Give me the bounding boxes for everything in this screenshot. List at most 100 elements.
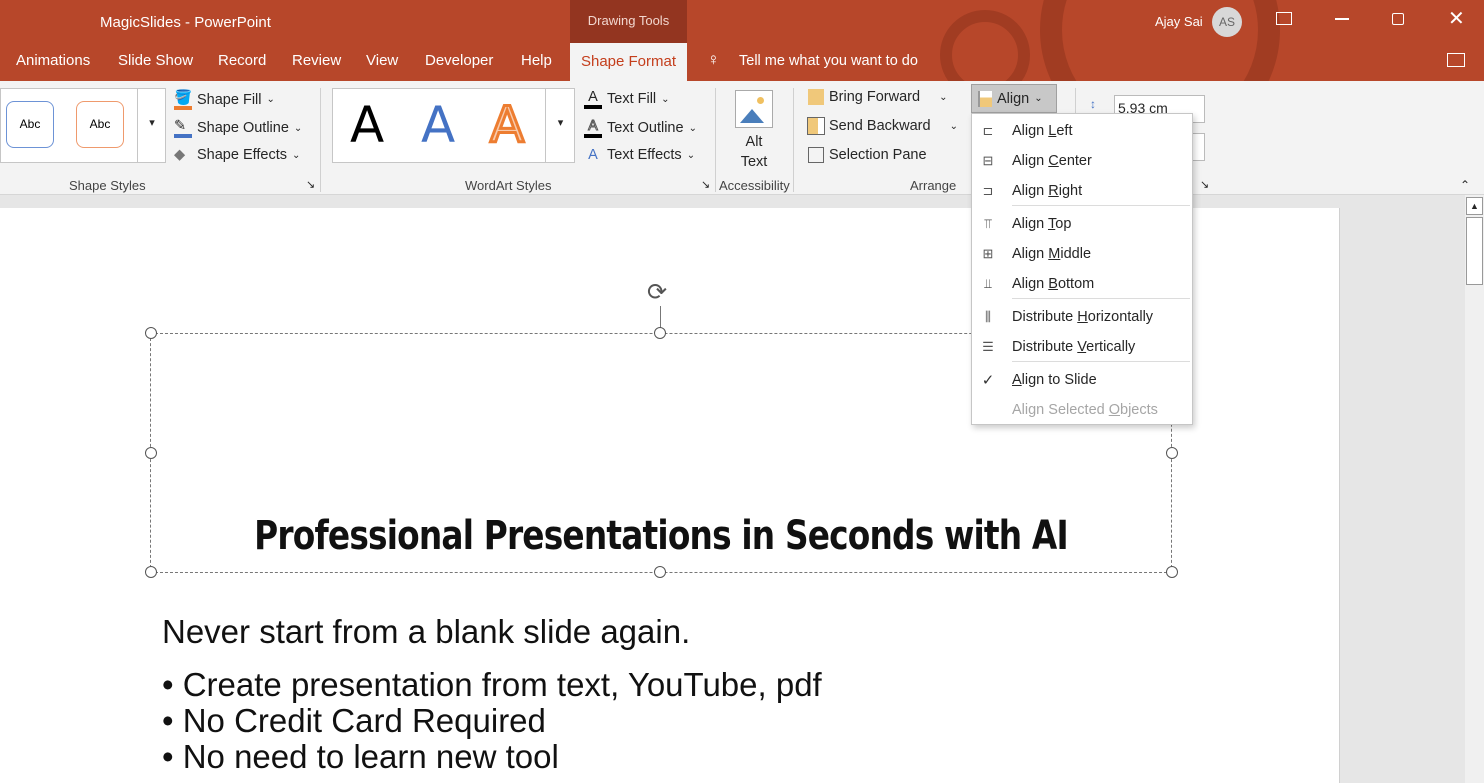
menu-item-align-top[interactable]: ⫪ Align Top: [972, 209, 1192, 239]
slide-subtitle[interactable]: Never start from a blank slide again.: [162, 613, 690, 651]
tab-help[interactable]: Help: [521, 52, 552, 69]
context-tab-group-label: Drawing Tools: [570, 0, 687, 43]
collapse-ribbon-icon[interactable]: ⌃: [1460, 178, 1470, 192]
text-fill-icon: A: [584, 89, 602, 109]
dialog-launcher-icon[interactable]: ↘: [1200, 178, 1209, 191]
user-name[interactable]: Ajay Sai: [1155, 14, 1203, 29]
text-outline-icon: A: [584, 118, 602, 138]
menu-item-distribute-horizontally[interactable]: ⫼ Distribute Horizontally: [972, 302, 1192, 332]
shape-effects-icon: ◆: [174, 147, 186, 163]
text-outline-button[interactable]: A Text Outline ⌄: [584, 118, 697, 138]
bullet-item: • No need to learn new tool: [162, 738, 559, 775]
gallery-more-button[interactable]: ▾: [545, 88, 575, 163]
menu-item-label: Align Left: [1012, 123, 1073, 139]
tab-record[interactable]: Record: [218, 52, 266, 69]
group-label-arrange: Arrange: [910, 178, 957, 193]
menu-item-align-center[interactable]: ⊟ Align Center: [972, 146, 1192, 176]
menu-item-label: Align Selected Objects: [1012, 402, 1158, 418]
align-icon: [978, 90, 992, 107]
menu-item-label: Align Top: [1012, 216, 1072, 232]
menu-item-align-bottom[interactable]: ⫫ Align Bottom: [972, 269, 1192, 299]
shape-effects-button[interactable]: ◆ Shape Effects ⌄: [174, 147, 300, 163]
resize-handle[interactable]: [145, 327, 157, 339]
wordart-style-orange[interactable]: A: [488, 95, 525, 156]
resize-handle[interactable]: [654, 566, 666, 578]
slide-bullets[interactable]: • Create presentation from text, YouTube…: [162, 667, 822, 775]
menu-item-distribute-vertically[interactable]: ☰ Distribute Vertically: [972, 332, 1192, 362]
menu-item-label: Align to Slide: [1012, 372, 1097, 388]
avatar[interactable]: AS: [1212, 7, 1242, 37]
tab-animations[interactable]: Animations: [16, 52, 90, 69]
align-dropdown-menu: ⊏ Align Left ⊟ Align Center ⊐ Align Right ⫪ Ali…: [971, 113, 1193, 425]
resize-handle[interactable]: [145, 447, 157, 459]
scroll-thumb[interactable]: [1466, 217, 1483, 285]
alt-text-icon: [735, 90, 773, 128]
dialog-launcher-icon[interactable]: ↘: [306, 178, 315, 191]
scroll-up-button[interactable]: ▲: [1466, 197, 1483, 215]
shape-outline-button[interactable]: ✎ Shape Outline ⌄: [174, 118, 302, 138]
wordart-style-black[interactable]: A: [350, 96, 384, 154]
send-backward-icon: [807, 117, 825, 135]
align-right-icon: ⊐: [982, 183, 994, 198]
group-label-shape-styles: Shape Styles: [69, 178, 146, 193]
menu-item-align-selected-objects: Align Selected Objects: [972, 395, 1192, 425]
text-effects-button[interactable]: A Text Effects ⌄: [584, 147, 695, 163]
bring-forward-icon: [808, 89, 824, 105]
minimize-icon[interactable]: [1335, 18, 1349, 20]
divider: [793, 88, 794, 192]
restore-icon[interactable]: [1392, 13, 1404, 25]
text-fill-button[interactable]: A Text Fill ⌄: [584, 89, 670, 109]
vertical-scrollbar[interactable]: ▲: [1465, 195, 1484, 783]
paint-bucket-icon: 🪣: [174, 89, 192, 110]
comments-icon[interactable]: [1447, 53, 1465, 67]
slide-title[interactable]: Professional Presentations in Seconds wi…: [242, 513, 1080, 559]
tab-review[interactable]: Review: [292, 52, 341, 69]
shape-height-icon: ↕: [1090, 97, 1096, 111]
selection-pane-icon: [808, 147, 824, 163]
menu-item-align-left[interactable]: ⊏ Align Left: [972, 116, 1192, 146]
shape-style-thumb[interactable]: Abc: [6, 101, 54, 148]
bullet-item: • Create presentation from text, YouTube…: [162, 666, 822, 703]
align-bottom-icon: ⫫: [984, 276, 992, 291]
resize-handle[interactable]: [145, 566, 157, 578]
tab-developer[interactable]: Developer: [425, 52, 493, 69]
rotate-handle-icon[interactable]: ⟳: [647, 278, 667, 307]
menu-item-label: Distribute Horizontally: [1012, 309, 1154, 325]
resize-handle[interactable]: [654, 327, 666, 339]
send-backward-button[interactable]: Send Backward ⌄: [807, 117, 958, 135]
shape-fill-button[interactable]: 🪣 Shape Fill ⌄: [174, 89, 275, 110]
selection-pane-button[interactable]: Selection Pane: [808, 147, 927, 163]
ribbon-display-icon[interactable]: [1276, 12, 1292, 25]
lightbulb-icon: ♀: [707, 50, 720, 69]
tab-shape-format[interactable]: Shape Format: [570, 43, 687, 81]
group-label-accessibility: Accessibility: [719, 178, 790, 193]
menu-item-label: Align Right: [1012, 183, 1083, 199]
alt-text-button[interactable]: Alt Text: [733, 132, 775, 172]
align-left-icon: ⊏: [982, 123, 994, 138]
close-icon[interactable]: ✕: [1448, 6, 1465, 31]
menu-item-align-to-slide[interactable]: ✓ Align to Slide: [972, 365, 1192, 395]
menu-item-align-middle[interactable]: ⊞ Align Middle: [972, 239, 1192, 269]
resize-handle[interactable]: [1166, 447, 1178, 459]
menu-item-align-right[interactable]: ⊐ Align Right: [972, 176, 1192, 206]
gallery-more-button[interactable]: ▾: [137, 88, 166, 163]
bullet-item: • No Credit Card Required: [162, 702, 546, 739]
check-icon: ✓: [981, 372, 995, 389]
distribute-vertical-icon: ☰: [982, 339, 994, 354]
menu-item-label: Align Middle: [1012, 246, 1092, 262]
align-top-icon: ⫪: [984, 216, 992, 231]
tell-me-search[interactable]: Tell me what you want to do: [739, 53, 918, 69]
align-center-icon: ⊟: [982, 153, 994, 168]
shape-style-thumb[interactable]: Abc: [76, 101, 124, 148]
align-middle-icon: ⊞: [982, 246, 994, 261]
wordart-style-blue[interactable]: A: [421, 96, 455, 154]
resize-handle[interactable]: [1166, 566, 1178, 578]
align-button[interactable]: Align ⌄: [971, 84, 1057, 113]
tab-slide-show[interactable]: Slide Show: [118, 52, 193, 69]
window-title: MagicSlides - PowerPoint: [100, 14, 271, 31]
distribute-horizontal-icon: ⫼: [985, 309, 991, 324]
bring-forward-button[interactable]: Bring Forward ⌄: [808, 89, 947, 105]
dialog-launcher-icon[interactable]: ↘: [701, 178, 710, 191]
tab-view[interactable]: View: [366, 52, 398, 69]
menu-item-label: Distribute Vertically: [1012, 339, 1136, 355]
